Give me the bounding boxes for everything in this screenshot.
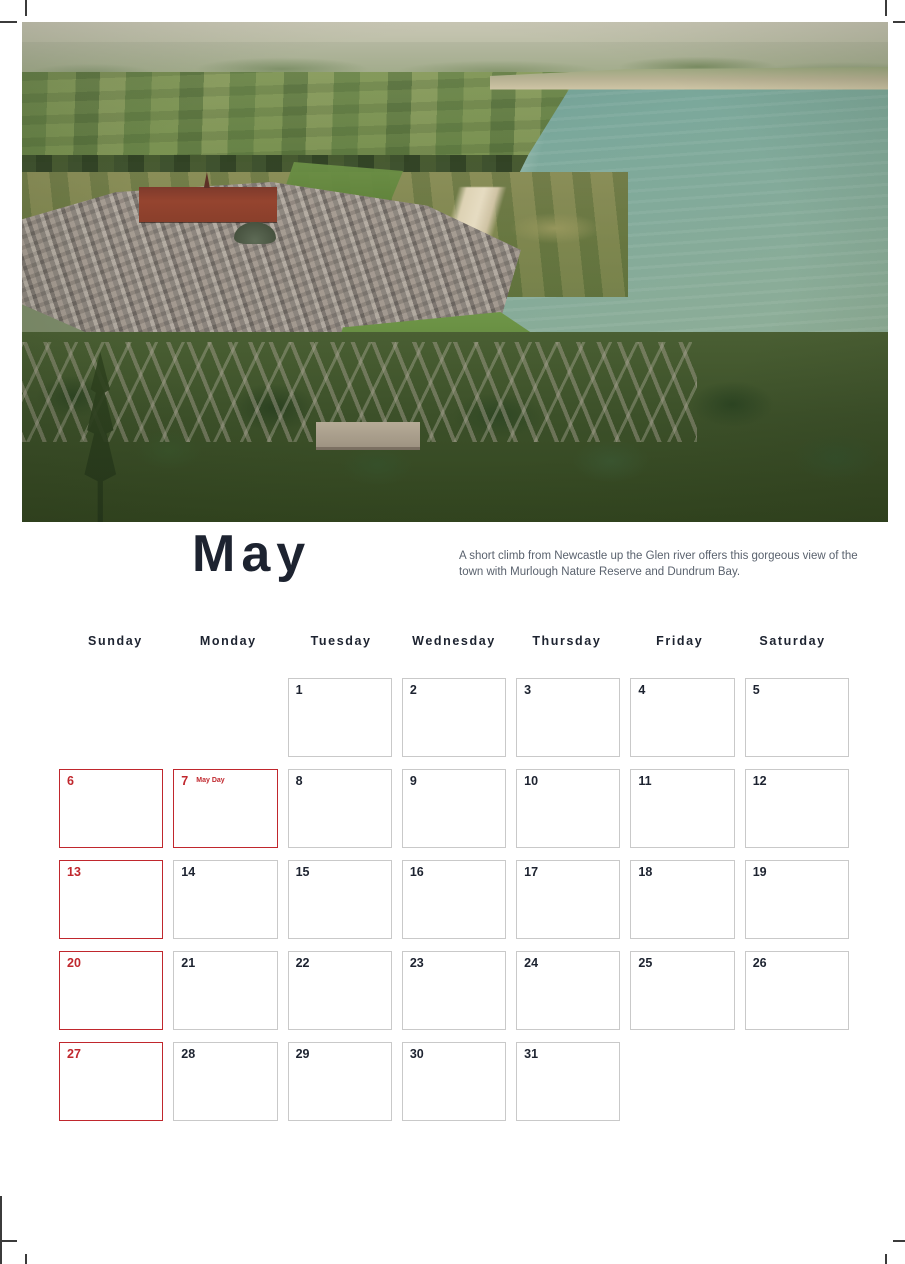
day-cell[interactable]: 14 [173, 860, 278, 939]
day-cell[interactable]: 3 [516, 678, 621, 757]
calendar-week-row: 1 2 3 4 5 [59, 678, 849, 757]
day-cell-empty [173, 678, 277, 757]
day-number: 25 [638, 956, 653, 970]
day-cell[interactable]: 20 [59, 951, 164, 1030]
day-cell-empty [630, 1042, 734, 1121]
day-cell[interactable]: 16 [401, 860, 507, 939]
day-number: 9 [409, 774, 417, 788]
crop-mark-top-left-vertical [25, 0, 27, 16]
weekday-tuesday: Tuesday [310, 634, 372, 648]
day-number: 12 [752, 774, 767, 788]
day-number: 30 [409, 1047, 424, 1061]
day-number: 3 [524, 683, 532, 697]
day-cell[interactable]: 6 [59, 769, 164, 848]
calendar-week-row: 27 28 29 30 31 [59, 1042, 849, 1121]
day-number: 4 [638, 683, 646, 697]
day-number: 16 [409, 865, 424, 879]
day-number: 2 [409, 683, 417, 697]
calendar-grid: Sunday Monday Tuesday Wednesday Thursday… [59, 634, 849, 1121]
day-cell[interactable]: 29 [287, 1042, 392, 1121]
crop-mark-top-right-horizontal [893, 21, 905, 23]
day-number: 27 [67, 1047, 81, 1061]
day-cell[interactable]: 23 [401, 951, 507, 1030]
day-number: 20 [67, 956, 81, 970]
calendar-week-row: 6 7 May Day 8 9 10 11 12 [59, 769, 849, 848]
month-title: May [192, 525, 312, 583]
day-number: 23 [409, 956, 424, 970]
calendar-week-row: 13 14 15 16 17 18 19 [59, 860, 849, 939]
day-cell[interactable]: 30 [401, 1042, 507, 1121]
day-cell[interactable]: 13 [59, 860, 164, 939]
day-cell[interactable]: 2 [401, 678, 507, 757]
day-number: 6 [67, 774, 74, 788]
day-number: 24 [524, 956, 539, 970]
day-cell[interactable]: 28 [173, 1042, 278, 1121]
day-event-label: May Day [196, 777, 225, 784]
photo-illustration [22, 22, 888, 522]
day-cell[interactable]: 18 [630, 860, 735, 939]
day-cell[interactable]: 15 [287, 860, 392, 939]
weekday-friday: Friday [656, 634, 704, 648]
crop-mark-top-left-horizontal [0, 21, 17, 23]
day-cell[interactable]: 24 [516, 951, 621, 1030]
day-number: 14 [181, 865, 196, 879]
day-number: 18 [638, 865, 653, 879]
crop-mark-top-right-vertical [885, 0, 887, 16]
day-number: 29 [295, 1047, 310, 1061]
weekday-header-row: Sunday Monday Tuesday Wednesday Thursday… [59, 634, 849, 648]
day-cell[interactable]: 1 [287, 678, 392, 757]
photo-vignette [22, 22, 888, 522]
day-cell[interactable]: 27 [59, 1042, 164, 1121]
weekday-sunday: Sunday [88, 634, 143, 648]
weekday-monday: Monday [199, 634, 257, 648]
weekday-wednesday: Wednesday [412, 634, 496, 648]
day-number: 15 [295, 865, 310, 879]
month-header: May A short climb from Newcastle up the … [22, 528, 888, 596]
day-number: 17 [524, 865, 539, 879]
crop-mark-bottom-left-vertical [25, 1254, 27, 1264]
day-cell[interactable]: 17 [516, 860, 621, 939]
day-cell[interactable]: 5 [744, 678, 849, 757]
calendar-week-row: 20 21 22 23 24 25 26 [59, 951, 849, 1030]
weekday-thursday: Thursday [532, 634, 602, 648]
day-cell[interactable]: 31 [516, 1042, 621, 1121]
day-number: 11 [638, 774, 652, 788]
day-cell-empty [59, 678, 163, 757]
calendar-page: May A short climb from Newcastle up the … [0, 0, 905, 1264]
day-cell[interactable]: 19 [744, 860, 849, 939]
day-number: 28 [181, 1047, 196, 1061]
crop-mark-bottom-left-horizontal [0, 1240, 17, 1242]
day-number: 22 [295, 956, 310, 970]
day-cell[interactable]: 26 [744, 951, 849, 1030]
crop-mark-bottom-right-vertical [885, 1254, 887, 1264]
day-cell[interactable]: 4 [630, 678, 735, 757]
day-cell[interactable]: 25 [630, 951, 735, 1030]
day-number: 10 [524, 774, 539, 788]
day-number: 31 [524, 1047, 539, 1061]
day-number: 26 [752, 956, 767, 970]
day-cell[interactable]: 7 May Day [173, 769, 278, 848]
crop-mark-bottom-right-horizontal [893, 1240, 905, 1242]
day-number: 19 [752, 865, 767, 879]
weekday-saturday: Saturday [759, 634, 826, 648]
month-photo [22, 22, 888, 522]
day-cell-empty [745, 1042, 849, 1121]
photo-description: A short climb from Newcastle up the Glen… [459, 550, 858, 578]
day-number: 13 [67, 865, 81, 879]
day-cell[interactable]: 12 [744, 769, 849, 848]
day-number: 5 [752, 683, 760, 697]
day-number: 7 [181, 774, 189, 788]
day-cell[interactable]: 10 [516, 769, 621, 848]
day-cell[interactable]: 8 [287, 769, 392, 848]
day-number: 21 [181, 956, 196, 970]
day-number: 1 [295, 683, 303, 697]
day-cell[interactable]: 9 [401, 769, 507, 848]
day-cell[interactable]: 21 [173, 951, 278, 1030]
day-number: 8 [295, 774, 303, 788]
day-cell[interactable]: 22 [287, 951, 392, 1030]
calendar-weeks: 1 2 3 4 5 6 7 May Day 8 9 10 11 12 13 14 15 16 17 18 19 20 21… [59, 678, 849, 1121]
day-cell[interactable]: 11 [630, 769, 735, 848]
page-edge-left [0, 1196, 2, 1264]
